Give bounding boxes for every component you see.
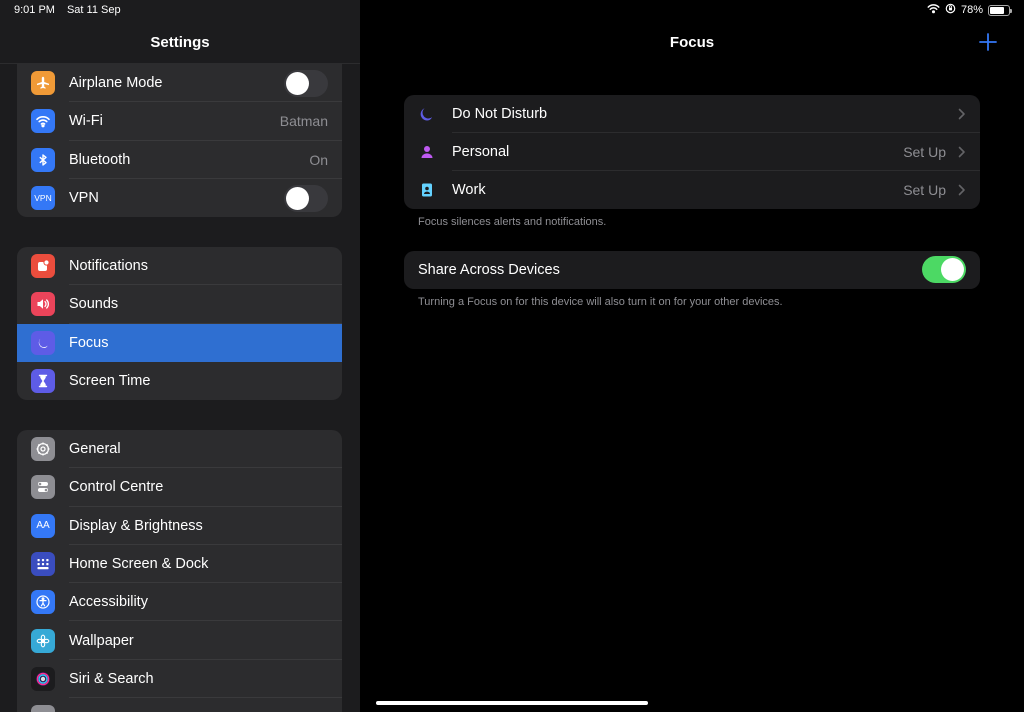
sidebar-item-general[interactable]: General: [17, 430, 342, 469]
sidebar-item-label: Sounds: [69, 296, 119, 313]
sidebar-item-label: VPN: [69, 190, 99, 207]
focus-list: Do Not Disturb Personal Set Up Work Set …: [404, 95, 980, 209]
share-footnote: Turning a Focus on for this device will …: [418, 296, 783, 308]
siri-icon: [31, 666, 55, 691]
sidebar-item-siri-search[interactable]: Siri & Search: [17, 660, 342, 699]
orientation-lock-icon: [945, 3, 956, 17]
focus-item-label: Do Not Disturb: [452, 106, 548, 122]
sidebar-item-label: Control Centre: [69, 479, 164, 496]
sidebar-item-label: Bluetooth: [69, 151, 131, 168]
general-group: General Control Centre AA Display & Brig…: [17, 430, 342, 712]
sidebar-item-label: Siri & Search: [69, 670, 154, 687]
notifications-group: Notifications Sounds Focus Screen Time: [17, 247, 342, 401]
focus-item-label: Work: [452, 182, 486, 198]
sidebar-item-control-centre[interactable]: Control Centre: [17, 468, 342, 507]
focus-detail-pane: 78% Focus Do Not Disturb Personal Set Up: [360, 0, 1024, 712]
sidebar-item-label: Screen Time: [69, 373, 151, 390]
focus-item-label: Personal: [452, 144, 510, 160]
sidebar-item-label: Display & Brightness: [69, 517, 203, 534]
sidebar-item-label: Notifications: [69, 258, 148, 275]
wifi-icon: [31, 109, 55, 134]
chevron-right-icon: [958, 146, 965, 158]
bluetooth-value: On: [309, 151, 328, 168]
status-bar-right: 78%: [927, 3, 1012, 17]
home-screen-icon: [31, 552, 55, 577]
sidebar-item-label: Wi-Fi: [69, 113, 103, 130]
sidebar-item-home-screen-dock[interactable]: Home Screen & Dock: [17, 545, 342, 584]
status-date: Sat 11 Sep: [66, 4, 121, 16]
sidebar-item-screen-time[interactable]: Screen Time: [17, 362, 342, 400]
sidebar-item-focus[interactable]: Focus: [17, 323, 342, 362]
sidebar-item-sounds[interactable]: Sounds: [17, 285, 342, 324]
battery-icon: [988, 4, 1012, 16]
gear-icon: [31, 437, 55, 462]
focus-footnote: Focus silences alerts and notifications.: [418, 216, 607, 228]
sidebar-item-label: Accessibility: [69, 594, 148, 611]
sidebar-item-display-brightness[interactable]: AA Display & Brightness: [17, 507, 342, 546]
status-bar-left: 9:01 PM Sat 11 Sep: [14, 4, 121, 16]
page-title: Focus: [669, 34, 715, 51]
focus-item-status: Set Up: [903, 182, 946, 198]
sidebar-item-label: General: [69, 441, 121, 458]
add-focus-button[interactable]: [978, 32, 998, 52]
sidebar-item-airplane-mode[interactable]: Airplane Mode: [17, 64, 342, 103]
sidebar-item-wallpaper[interactable]: Wallpaper: [17, 621, 342, 661]
connectivity-group: Airplane Mode Wi-Fi Batman Bluetooth On …: [17, 64, 342, 218]
sidebar-item-label: Airplane Mode: [69, 75, 163, 92]
sidebar-item-wifi[interactable]: Wi-Fi Batman: [17, 102, 342, 141]
focus-item-personal[interactable]: Personal Set Up: [404, 133, 980, 171]
apple-pencil-icon: [31, 705, 55, 712]
hourglass-icon: [31, 369, 55, 394]
display-icon: AA: [31, 513, 55, 538]
bluetooth-icon: [31, 147, 55, 172]
home-indicator[interactable]: [376, 701, 648, 705]
share-group: Share Across Devices: [404, 251, 980, 289]
wallpaper-icon: [31, 628, 55, 653]
moon-icon: [31, 330, 55, 355]
status-time: 9:01 PM: [14, 4, 55, 16]
airplane-mode-toggle[interactable]: [284, 69, 328, 97]
focus-item-do-not-disturb[interactable]: Do Not Disturb: [404, 95, 980, 133]
moon-icon: [418, 105, 436, 123]
control-centre-icon: [31, 475, 55, 500]
vpn-icon: VPN: [31, 186, 55, 211]
battery-percent: 78%: [960, 4, 983, 16]
focus-item-work[interactable]: Work Set Up: [404, 171, 980, 209]
sidebar-item-vpn[interactable]: VPN VPN: [17, 179, 342, 217]
sidebar-item-notifications[interactable]: Notifications: [17, 247, 342, 286]
speaker-icon: [31, 292, 55, 317]
chevron-right-icon: [958, 108, 965, 120]
sidebar-item-label: Wallpaper: [69, 632, 134, 649]
sidebar-header: 9:01 PM Sat 11 Sep Settings: [0, 0, 360, 64]
wifi-network-value: Batman: [279, 113, 328, 130]
sidebar-item-accessibility[interactable]: Accessibility: [17, 583, 342, 622]
share-across-devices-row: Share Across Devices: [404, 251, 980, 289]
sidebar-item-apple-pencil[interactable]: [17, 698, 342, 712]
share-across-devices-label: Share Across Devices: [418, 262, 560, 278]
vpn-toggle[interactable]: [284, 184, 328, 212]
airplane-icon: [31, 71, 55, 96]
sidebar-title: Settings: [150, 34, 210, 51]
person-icon: [418, 143, 436, 161]
focus-item-status: Set Up: [903, 144, 946, 160]
sidebar-item-bluetooth[interactable]: Bluetooth On: [17, 141, 342, 180]
share-across-devices-toggle[interactable]: [922, 256, 966, 283]
notifications-icon: [31, 254, 55, 279]
settings-sidebar: 9:01 PM Sat 11 Sep Settings Airplane Mod…: [0, 0, 360, 712]
sidebar-item-label: Home Screen & Dock: [69, 556, 209, 573]
plus-icon: [979, 33, 997, 51]
chevron-right-icon: [958, 184, 965, 196]
accessibility-icon: [31, 590, 55, 615]
wifi-status-icon: [927, 3, 940, 17]
work-badge-icon: [418, 181, 436, 199]
sidebar-item-label: Focus: [69, 334, 109, 351]
